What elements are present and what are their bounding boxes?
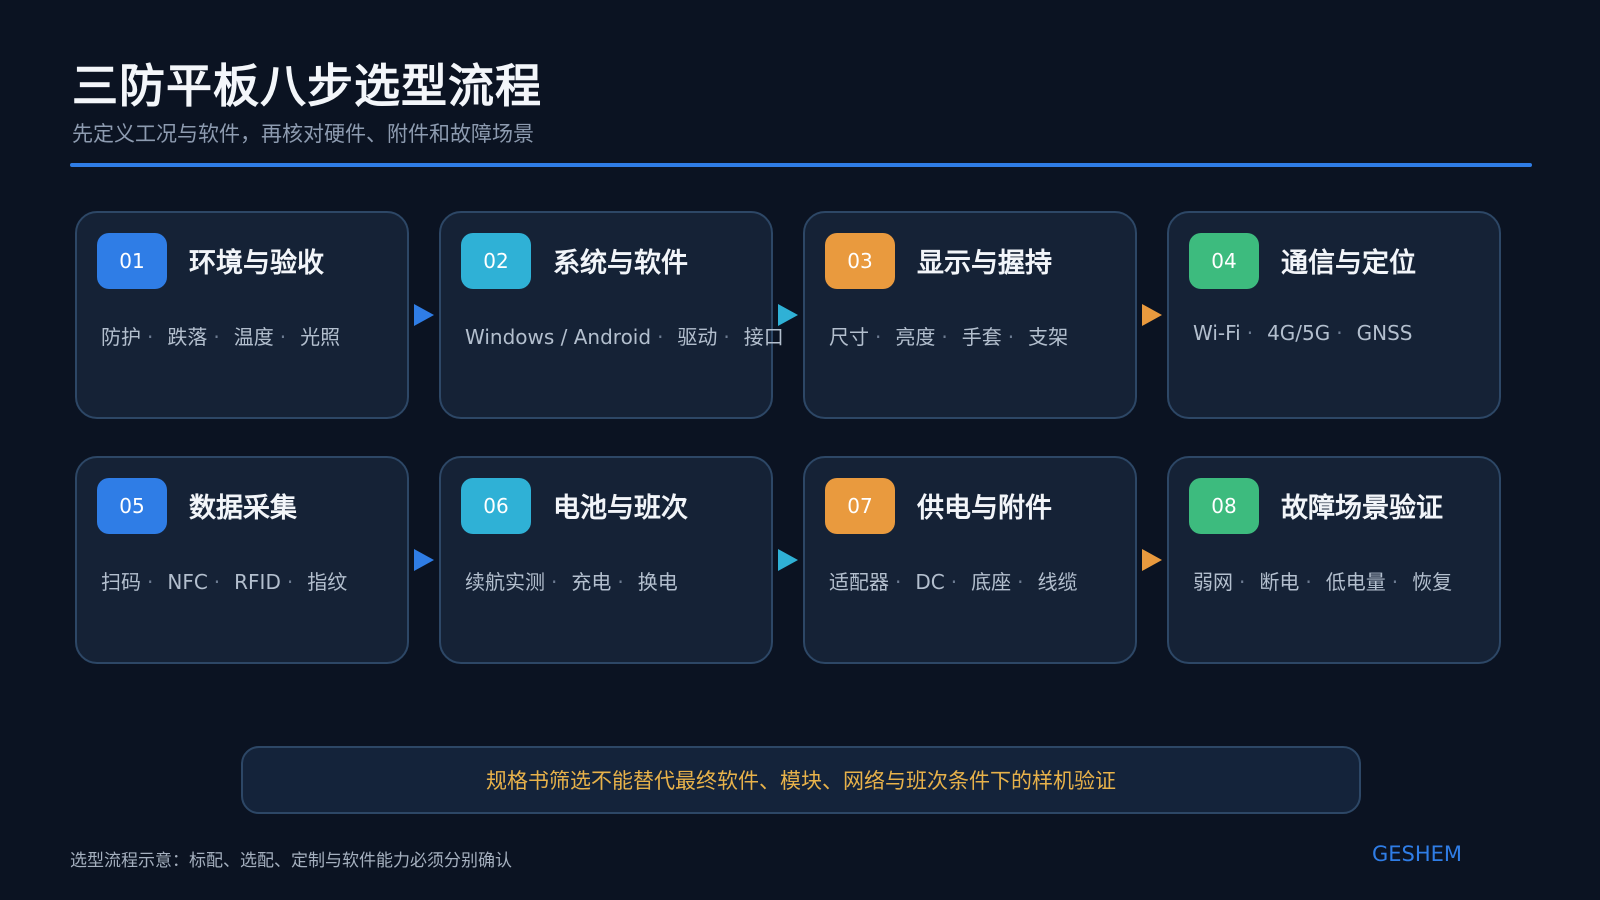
- tag-separator: ·: [286, 570, 294, 594]
- footer-note: 选型流程示意：标配、选配、定制与软件能力必须分别确认: [70, 851, 512, 871]
- step-card-07: 07 供电与附件 适配器 · DC · 底座 · 线缆: [803, 456, 1137, 664]
- step-tags: Windows / Android · 驱动 · 接口: [465, 321, 784, 350]
- flow-arrow-icon: [414, 304, 434, 326]
- tag-separator: ·: [213, 570, 221, 594]
- step-tag: GNSS: [1356, 321, 1413, 345]
- step-title: 环境与验收: [189, 248, 324, 279]
- tag-separator: ·: [1391, 570, 1399, 594]
- step-number-badge: 07: [825, 478, 895, 534]
- step-tag: 指纹: [307, 570, 348, 594]
- step-tags: Wi-Fi · 4G/5G · GNSS: [1193, 321, 1412, 345]
- flow-arrow-icon: [1142, 304, 1162, 326]
- flow-arrow-icon: [778, 549, 798, 571]
- flow-arrow-icon: [778, 304, 798, 326]
- flow-arrow-icon: [414, 549, 434, 571]
- step-tag: 扫码: [101, 570, 141, 594]
- step-tag: 支架: [1028, 325, 1069, 349]
- tag-separator: ·: [147, 570, 154, 594]
- step-tag: 适配器: [829, 570, 889, 594]
- step-tag: 亮度: [895, 325, 936, 349]
- step-card-06: 06 电池与班次 续航实测 · 充电 · 换电: [439, 456, 773, 664]
- page-title: 三防平板八步选型流程: [72, 59, 542, 113]
- tag-separator: ·: [950, 570, 958, 594]
- step-tag: 充电: [571, 570, 612, 594]
- tag-separator: ·: [147, 325, 154, 349]
- step-title: 数据采集: [189, 493, 297, 524]
- tag-separator: ·: [1246, 321, 1254, 345]
- page-subtitle: 先定义工况与软件，再核对硬件、附件和故障场景: [72, 122, 534, 146]
- step-tag: 低电量: [1325, 570, 1386, 594]
- step-tags: 防护 · 跌落 · 温度 · 光照: [101, 321, 340, 350]
- step-card-04: 04 通信与定位 Wi-Fi · 4G/5G · GNSS: [1167, 211, 1501, 419]
- tag-separator: ·: [213, 325, 220, 349]
- step-tag: 4G/5G: [1267, 321, 1331, 345]
- step-tag: 断电: [1259, 570, 1300, 594]
- step-tags: 尺寸 · 亮度 · 手套 · 支架: [829, 321, 1068, 350]
- tag-separator: ·: [1305, 570, 1312, 594]
- step-card-01: 01 环境与验收 防护 · 跌落 · 温度 · 光照: [75, 211, 409, 419]
- validation-note: 规格书筛选不能替代最终软件、模块、网络与班次条件下的样机验证: [241, 746, 1361, 814]
- step-number-badge: 04: [1189, 233, 1259, 289]
- title-divider: [70, 163, 1532, 167]
- step-tag: NFC: [167, 570, 208, 594]
- step-tag: 温度: [233, 325, 274, 349]
- step-title: 供电与附件: [917, 493, 1052, 524]
- tag-separator: ·: [657, 325, 664, 349]
- step-tag: 光照: [300, 325, 341, 349]
- step-tags: 适配器 · DC · 底座 · 线缆: [829, 566, 1077, 595]
- step-number-badge: 03: [825, 233, 895, 289]
- step-tag: 驱动: [677, 325, 718, 349]
- tag-separator: ·: [1336, 321, 1343, 345]
- validation-note-text: 规格书筛选不能替代最终软件、模块、网络与班次条件下的样机验证: [486, 769, 1116, 793]
- step-number-badge: 01: [97, 233, 167, 289]
- tag-separator: ·: [723, 325, 730, 349]
- step-number-badge: 06: [461, 478, 531, 534]
- step-tag: 底座: [971, 570, 1012, 594]
- tag-separator: ·: [551, 570, 558, 594]
- step-title: 系统与软件: [553, 248, 688, 279]
- step-title: 通信与定位: [1281, 248, 1416, 279]
- step-tag: 跌落: [167, 325, 208, 349]
- step-title: 电池与班次: [553, 493, 688, 524]
- step-tag: DC: [915, 570, 945, 594]
- step-tag: 换电: [637, 570, 678, 594]
- tag-separator: ·: [617, 570, 624, 594]
- tag-separator: ·: [1017, 570, 1024, 594]
- step-tag: RFID: [234, 570, 281, 594]
- step-card-03: 03 显示与握持 尺寸 · 亮度 · 手套 · 支架: [803, 211, 1137, 419]
- tag-separator: ·: [1007, 325, 1015, 349]
- step-number-badge: 05: [97, 478, 167, 534]
- tag-separator: ·: [895, 570, 902, 594]
- step-tags: 续航实测 · 充电 · 换电: [465, 566, 678, 595]
- step-tag: 弱网: [1193, 570, 1233, 594]
- step-tag: Wi-Fi: [1193, 321, 1241, 345]
- step-title: 故障场景验证: [1281, 493, 1443, 524]
- step-tags: 扫码 · NFC · RFID · 指纹: [101, 566, 347, 595]
- step-number-badge: 08: [1189, 478, 1259, 534]
- step-tags: 弱网 · 断电 · 低电量 · 恢复: [1193, 566, 1452, 595]
- step-tag: 手套: [961, 325, 1002, 349]
- step-title: 显示与握持: [917, 248, 1052, 279]
- step-number-badge: 02: [461, 233, 531, 289]
- brand-logo: GESHEM: [1372, 842, 1463, 866]
- tag-separator: ·: [875, 325, 882, 349]
- step-tag: Windows / Android: [465, 325, 652, 349]
- step-card-05: 05 数据采集 扫码 · NFC · RFID · 指纹: [75, 456, 409, 664]
- step-tag: 尺寸: [829, 325, 869, 349]
- step-card-02: 02 系统与软件 Windows / Android · 驱动 · 接口: [439, 211, 784, 419]
- flow-arrow-icon: [1142, 549, 1162, 571]
- step-card-08: 08 故障场景验证 弱网 · 断电 · 低电量 · 恢复: [1167, 456, 1501, 664]
- tag-separator: ·: [1239, 570, 1246, 594]
- tag-separator: ·: [941, 325, 948, 349]
- step-tag: 线缆: [1037, 570, 1078, 594]
- step-tag: 防护: [101, 325, 141, 349]
- tag-separator: ·: [279, 325, 287, 349]
- step-tag: 恢复: [1412, 570, 1453, 594]
- step-tag: 续航实测: [465, 570, 545, 594]
